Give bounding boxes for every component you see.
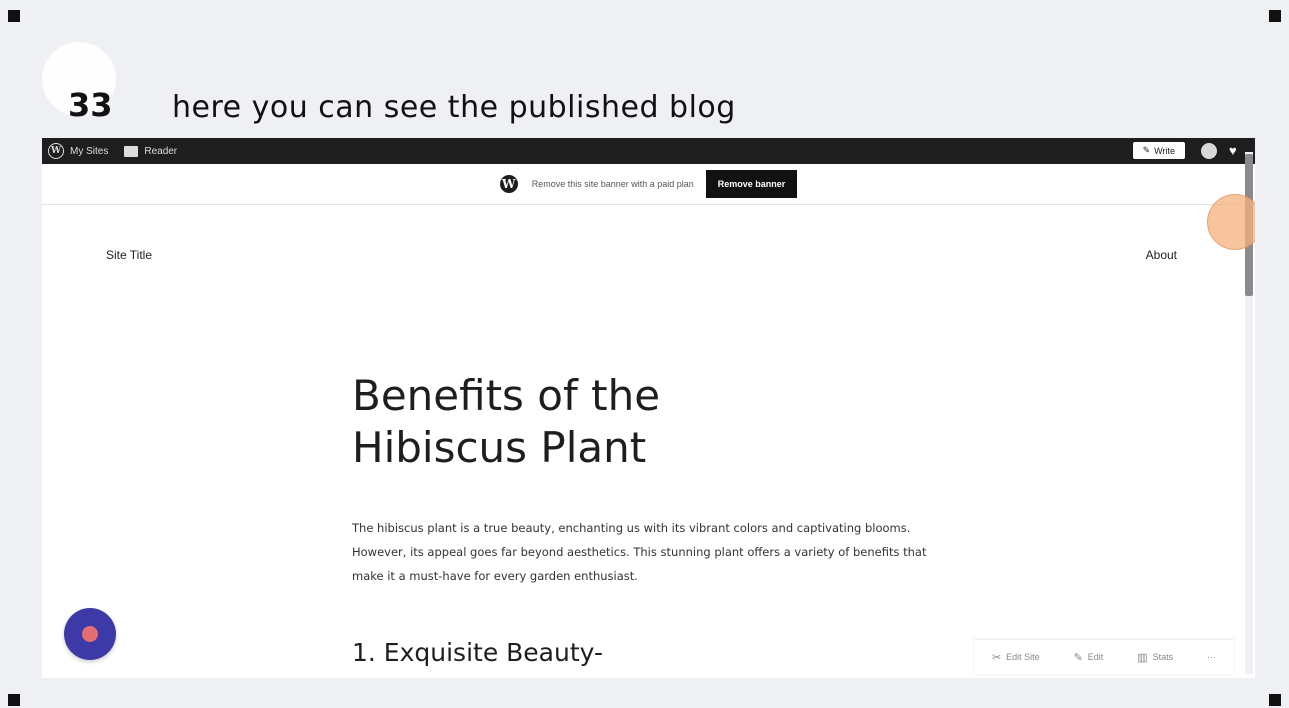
browser-viewport: W My Sites Reader ✎ Write ♥ W Remove thi…	[42, 138, 1255, 678]
post-action-bar: ✂ Edit Site ✎ Edit ▥ Stats ···	[975, 639, 1233, 674]
corner-marker-bottom-left	[8, 694, 20, 706]
more-button[interactable]: ···	[1207, 652, 1216, 662]
post-title-line1: Benefits of the	[352, 371, 661, 420]
site-title-link[interactable]: Site Title	[106, 248, 152, 262]
reader-link[interactable]: Reader	[124, 145, 178, 157]
pencil-icon: ✎	[1142, 145, 1151, 155]
my-sites-link[interactable]: W My Sites	[48, 143, 108, 159]
admin-bar-right: ✎ Write ♥	[1132, 142, 1243, 159]
remove-banner-button[interactable]: Remove banner	[705, 170, 798, 198]
reader-label: Reader	[144, 145, 178, 157]
site-header: Site Title About	[106, 248, 1177, 262]
stats-button[interactable]: ▥ Stats	[1137, 651, 1173, 664]
upgrade-banner: W Remove this site banner with a paid pl…	[42, 164, 1255, 205]
cursor-highlight	[1207, 194, 1255, 250]
post-paragraph: The hibiscus plant is a true beauty, enc…	[352, 521, 927, 583]
step-number: 33	[68, 86, 113, 124]
my-sites-label: My Sites	[70, 145, 109, 157]
post-title: Benefits of the Hibiscus Plant	[352, 370, 772, 474]
edit-button[interactable]: ✎ Edit	[1074, 651, 1104, 664]
post-subheading: 1. Exquisite Beauty-	[352, 638, 604, 667]
pencil-icon: ✎	[1073, 651, 1083, 664]
write-button[interactable]: ✎ Write	[1132, 142, 1185, 159]
help-bubble-button[interactable]	[64, 608, 116, 660]
step-caption: here you can see the published blog	[172, 90, 736, 125]
stats-label: Stats	[1152, 652, 1174, 662]
corner-marker-top-left	[8, 10, 20, 22]
corner-marker-bottom-right	[1269, 694, 1281, 706]
help-dot-icon	[82, 626, 98, 642]
wordpress-logo-icon: W	[48, 143, 64, 159]
edit-site-label: Edit Site	[1006, 652, 1040, 662]
more-icon: ···	[1207, 652, 1217, 662]
corner-marker-top-right	[1269, 10, 1281, 22]
notifications-icon[interactable]: ♥	[1229, 143, 1243, 158]
avatar[interactable]	[1201, 142, 1217, 159]
nav-about-link[interactable]: About	[1146, 248, 1177, 262]
banner-text: Remove this site banner with a paid plan	[531, 179, 694, 189]
post-title-line2: Hibiscus Plant	[352, 423, 647, 472]
reader-icon	[124, 145, 139, 157]
tools-icon: ✂	[991, 651, 1002, 664]
wordpress-logo-icon: W	[499, 175, 518, 193]
admin-bar: W My Sites Reader ✎ Write ♥	[42, 138, 1255, 164]
edit-label: Edit	[1087, 652, 1104, 662]
edit-site-button[interactable]: ✂ Edit Site	[992, 651, 1040, 664]
write-label: Write	[1154, 145, 1175, 156]
stats-icon: ▥	[1137, 651, 1148, 664]
